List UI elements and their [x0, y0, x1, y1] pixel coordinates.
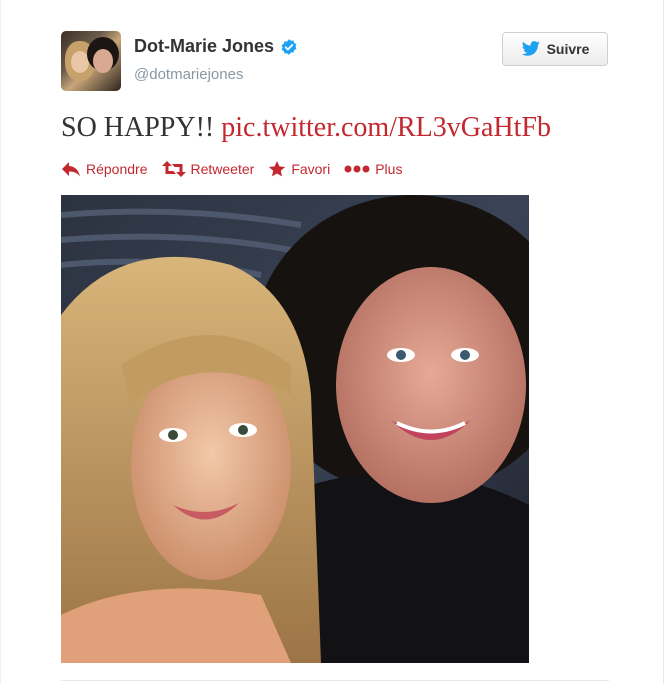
avatar-face-right [93, 49, 113, 73]
retweet-button[interactable]: Retweeter [161, 161, 255, 177]
follow-button[interactable]: Suivre [502, 32, 608, 66]
display-name[interactable]: Dot-Marie Jones [134, 36, 274, 57]
user-handle[interactable]: @dotmariejones [134, 66, 243, 83]
tweet-text: SO HAPPY!! pic.twitter.com/RL3vGaHtFb [61, 112, 551, 144]
reply-button[interactable]: Répondre [61, 161, 148, 177]
more-button[interactable]: Plus [344, 161, 402, 177]
tweet-media-link[interactable]: pic.twitter.com/RL3vGaHtFb [221, 112, 551, 143]
twitter-bird-icon [521, 41, 540, 56]
favorite-label: Favori [291, 161, 331, 177]
star-icon [269, 161, 286, 177]
retweet-label: Retweeter [190, 161, 255, 177]
tweet-text-plain: SO HAPPY!! [61, 112, 215, 143]
tweet-card: Dot-Marie Jones @dotmariejones Suivre SO… [0, 0, 664, 684]
follow-label: Suivre [546, 41, 590, 57]
selfie-image [61, 195, 529, 663]
tweet-actions: Répondre Retweeter Favori Plus [61, 160, 416, 178]
retweet-icon [161, 161, 186, 177]
verified-badge-icon [281, 38, 297, 55]
reply-label: Répondre [86, 161, 148, 177]
more-dots-icon [344, 165, 370, 173]
tweet-photo[interactable] [61, 195, 529, 663]
author-name-row[interactable]: Dot-Marie Jones [134, 36, 298, 57]
more-label: Plus [375, 161, 403, 177]
divider [61, 680, 609, 681]
reply-icon [62, 162, 80, 177]
favorite-button[interactable]: Favori [268, 160, 330, 178]
avatar[interactable] [61, 31, 121, 91]
